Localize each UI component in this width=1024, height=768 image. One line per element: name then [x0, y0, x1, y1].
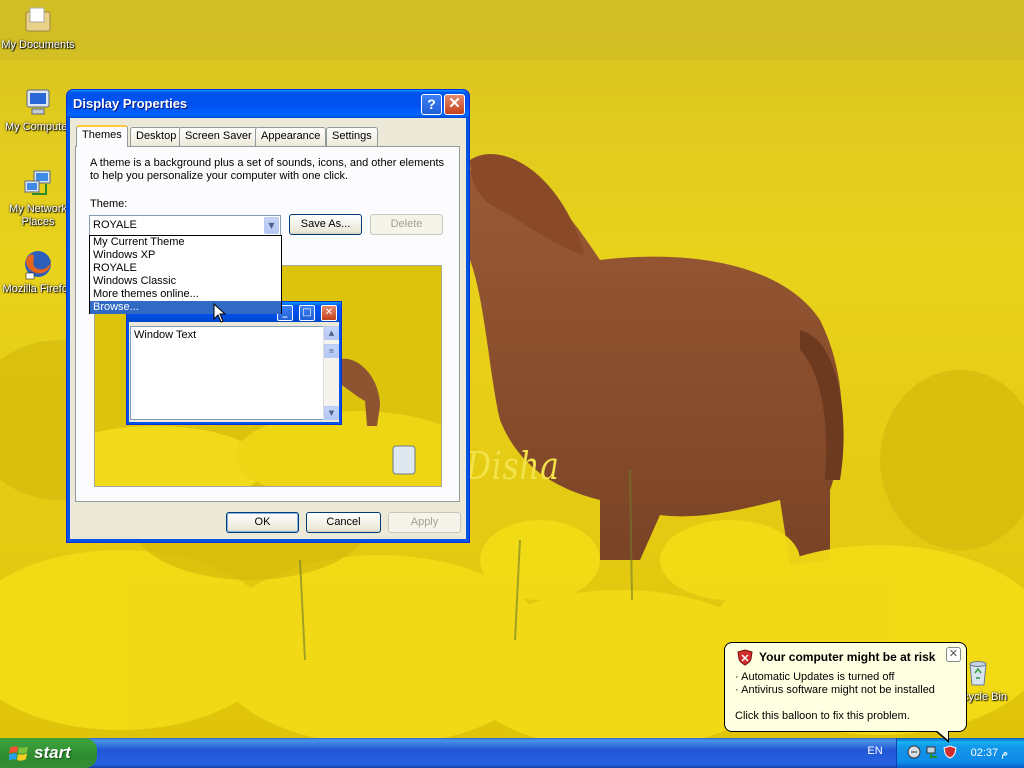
- desktop-icon-network-places[interactable]: My Network Places: [0, 168, 76, 229]
- tab-appearance[interactable]: Appearance: [255, 127, 327, 146]
- close-icon: ✕: [321, 305, 337, 321]
- close-icon: ✕: [448, 95, 461, 112]
- language-indicator[interactable]: EN: [860, 745, 890, 757]
- scroll-down-icon: ▼: [324, 406, 339, 420]
- preview-window-text: Window Text: [130, 326, 325, 420]
- dialog-title: Display Properties: [73, 96, 188, 111]
- security-tray-icon[interactable]: [907, 745, 921, 759]
- theme-option-more-themes-online[interactable]: More themes online...: [90, 288, 281, 301]
- security-balloon[interactable]: Your computer might be at risk ✕ · Autom…: [724, 642, 967, 732]
- computer-icon: [26, 89, 50, 115]
- balloon-title: Your computer might be at risk: [759, 650, 936, 664]
- theme-option-windows-xp[interactable]: Windows XP: [90, 249, 281, 262]
- maximize-icon: □: [299, 305, 315, 321]
- delete-button[interactable]: Delete: [370, 214, 443, 235]
- balloon-line-antivirus: · Antivirus software might not be instal…: [735, 684, 935, 696]
- network-tray-icon[interactable]: [925, 745, 939, 759]
- tab-themes[interactable]: Themes: [76, 125, 128, 147]
- shield-icon: [737, 649, 753, 666]
- clock[interactable]: 02:37 م: [971, 746, 1008, 759]
- apply-button[interactable]: Apply: [388, 512, 461, 533]
- theme-option-browse[interactable]: Browse...: [90, 301, 281, 314]
- help-button[interactable]: ?: [421, 94, 442, 115]
- start-label: start: [34, 743, 71, 762]
- mouse-pointer-icon: [213, 303, 227, 323]
- tab-settings[interactable]: Settings: [326, 127, 378, 146]
- shield-tray-icon[interactable]: [943, 745, 957, 759]
- theme-combobox[interactable]: ROYALE ▼: [89, 215, 281, 236]
- preview-scrollbar: ▲ ≡ ▼: [323, 326, 339, 420]
- save-as-button[interactable]: Save As...: [289, 214, 362, 235]
- themes-description: A theme is a background plus a set of so…: [90, 157, 445, 182]
- tab-desktop[interactable]: Desktop: [130, 127, 183, 146]
- balloon-tail-fill: [936, 730, 948, 740]
- balloon-action-text[interactable]: Click this balloon to fix this problem.: [735, 710, 910, 722]
- preview-recycle-bin-icon: [392, 445, 416, 475]
- close-button[interactable]: ✕: [444, 94, 465, 115]
- scroll-up-icon: ▲: [324, 326, 339, 340]
- wallpaper-signature: Disha: [466, 444, 560, 488]
- system-tray: 02:37 م: [896, 738, 1024, 768]
- desktop-icon-my-computer[interactable]: My Computer: [0, 86, 76, 134]
- firefox-icon: [25, 251, 51, 280]
- desktop-icon-firefox[interactable]: Mozilla Firefox: [0, 248, 76, 296]
- windows-logo-icon: [9, 746, 28, 761]
- preview-active-window: Active Window _ □ ✕ Window Text ▲ ≡ ▼: [126, 301, 342, 425]
- theme-option-my-current-theme[interactable]: My Current Theme: [90, 236, 281, 249]
- scroll-thumb: ≡: [324, 344, 339, 358]
- theme-dropdown-list: My Current Theme Windows XP ROYALE Windo…: [89, 235, 282, 314]
- tab-screen-saver[interactable]: Screen Saver: [179, 127, 258, 146]
- folder-icon: [25, 7, 51, 32]
- network-icon: [24, 170, 51, 195]
- theme-option-royale[interactable]: ROYALE: [90, 262, 281, 275]
- theme-option-windows-classic[interactable]: Windows Classic: [90, 275, 281, 288]
- cancel-button[interactable]: Cancel: [306, 512, 381, 533]
- desktop-icon-my-documents[interactable]: My Documents: [0, 4, 76, 52]
- dialog-client-area: Themes Desktop Screen Saver Appearance S…: [70, 118, 466, 539]
- balloon-line-updates: · Automatic Updates is turned off: [735, 671, 895, 683]
- dialog-titlebar[interactable]: Display Properties ? ✕: [67, 90, 469, 118]
- ok-button[interactable]: OK: [226, 512, 299, 533]
- theme-combobox-value: ROYALE: [93, 219, 137, 231]
- start-button[interactable]: start: [0, 738, 97, 768]
- help-icon: ?: [427, 96, 436, 112]
- chevron-down-icon[interactable]: ▼: [264, 217, 279, 234]
- theme-label: Theme:: [90, 198, 128, 210]
- themes-tab-page: A theme is a background plus a set of so…: [75, 146, 460, 502]
- balloon-close-button[interactable]: ✕: [946, 647, 961, 662]
- display-properties-dialog: Display Properties ? ✕ Themes Desktop Sc…: [66, 89, 470, 543]
